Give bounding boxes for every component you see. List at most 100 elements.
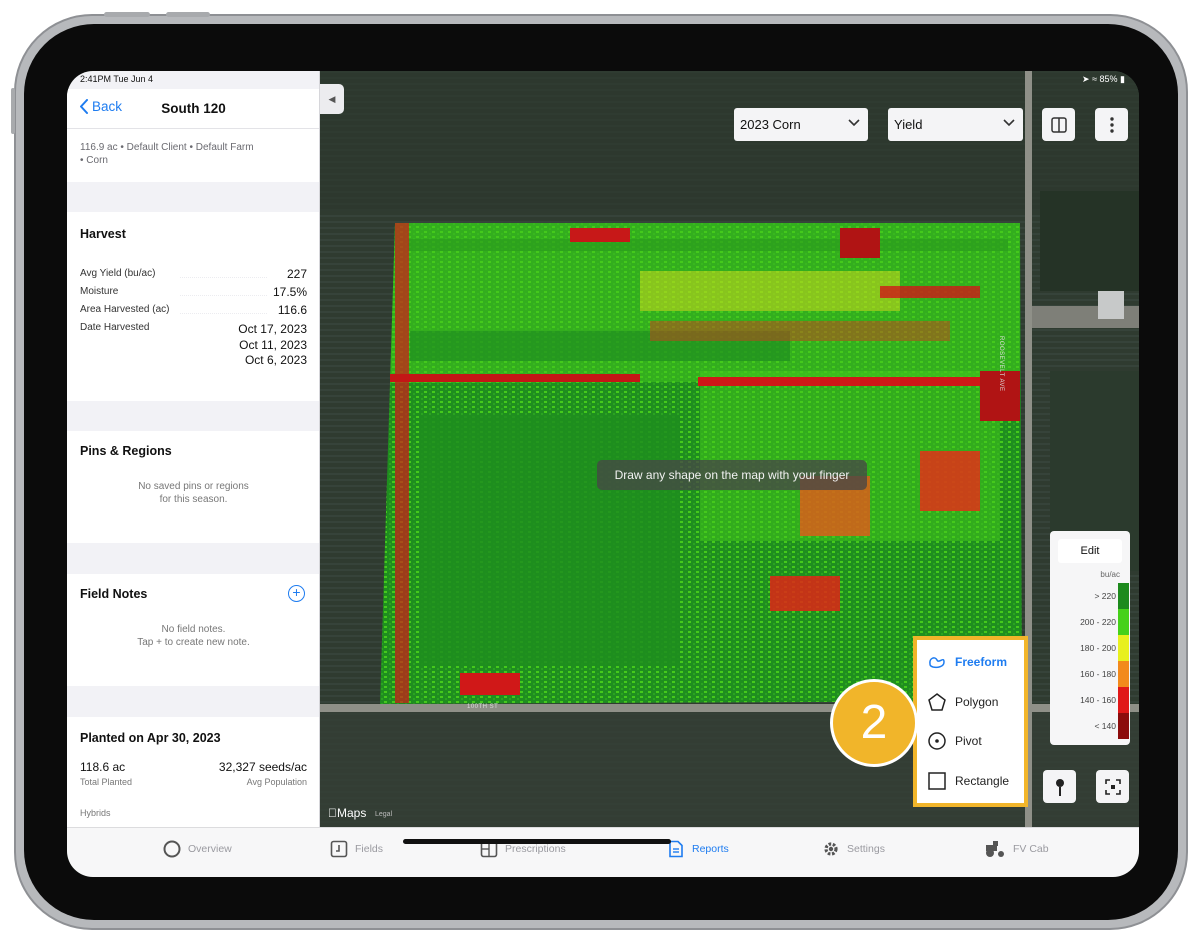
draw-tool-rectangle[interactable]: Rectangle xyxy=(927,771,1009,791)
row-leader xyxy=(180,313,267,314)
avg-population-label: Avg Population xyxy=(246,777,307,787)
chevron-down-icon xyxy=(848,119,860,127)
legend-swatch xyxy=(1118,661,1129,687)
legend-swatch xyxy=(1118,583,1129,609)
harvest-card[interactable]: Harvest Avg Yield (bu/ac) 227 Moisture 1… xyxy=(67,212,319,401)
draw-tool-label: Freeform xyxy=(955,655,1008,669)
date-harvested-label: Date Harvested xyxy=(80,322,150,333)
legend-swatch xyxy=(1118,635,1129,661)
tab-fv-cab[interactable]: FV Cab xyxy=(984,840,1049,858)
top-button-1 xyxy=(104,12,150,17)
tab-label: Overview xyxy=(188,843,232,855)
battery-percent: 85% xyxy=(1099,74,1118,84)
tractor-icon xyxy=(986,841,1004,857)
status-battery: ➤ ≈ 85% ▮ xyxy=(1082,74,1125,84)
field-title: South 120 xyxy=(161,101,226,116)
overview-icon xyxy=(163,840,181,858)
home-indicator xyxy=(403,839,671,844)
top-button-2 xyxy=(166,12,210,17)
row-leader xyxy=(180,277,267,278)
total-planted-label: Total Planted xyxy=(80,777,133,787)
rectangle-icon xyxy=(928,772,946,790)
harvest-row-avg-yield: Avg Yield (bu/ac) 227 xyxy=(80,267,307,282)
tab-overview[interactable]: Overview xyxy=(163,840,232,858)
road-label-east: ROOSEVELT AVE xyxy=(998,336,1004,392)
draw-instruction-toast: Draw any shape on the map with your fing… xyxy=(597,460,867,490)
collapse-sidebar-button[interactable]: ◀ xyxy=(320,84,344,114)
pins-empty-line: for this season. xyxy=(159,494,228,505)
draw-tool-polygon[interactable]: Polygon xyxy=(927,692,998,712)
legend-swatch xyxy=(1118,713,1129,739)
legend-swatch xyxy=(1118,609,1129,635)
split-view-button[interactable] xyxy=(1042,108,1075,141)
focus-frame-icon xyxy=(1104,778,1121,795)
draw-tool-freeform[interactable]: Freeform xyxy=(927,652,1007,672)
pivot-icon xyxy=(928,732,946,750)
notes-empty-line: Tap + to create new note. xyxy=(137,637,250,648)
notes-empty-note: No field notes. Tap + to create new note… xyxy=(67,623,319,649)
tab-label: Prescriptions xyxy=(505,843,566,855)
tab-reports[interactable]: Reports xyxy=(667,840,729,858)
field-notes-card[interactable]: Field Notes + No field notes. Tap + to c… xyxy=(67,574,319,686)
maps-legal-link[interactable]: Legal xyxy=(375,811,392,818)
road-label-south: 100TH ST xyxy=(467,704,499,710)
draw-tool-pivot[interactable]: Pivot xyxy=(927,731,982,751)
tab-bar: Overview Fields Prescriptions Reports Se… xyxy=(67,827,1139,877)
notes-empty-line: No field notes. xyxy=(161,624,226,635)
tab-fields[interactable]: Fields xyxy=(330,840,383,858)
recenter-button[interactable] xyxy=(1096,770,1129,803)
pin-icon xyxy=(1055,778,1064,796)
notes-title: Field Notes xyxy=(80,587,148,601)
legend-item-label: 160 - 180 xyxy=(1080,669,1116,679)
legend-swatch xyxy=(1118,687,1129,713)
draw-tool-menu: Freeform Polygon Pivot Rectangle xyxy=(913,636,1028,807)
legend-item-label: < 140 xyxy=(1094,721,1116,731)
ipad-screen: 2:41PM Tue Jun 4 Back South 120 116.9 ac… xyxy=(67,71,1139,877)
tab-label: Fields xyxy=(355,843,384,855)
field-sidebar: 2:41PM Tue Jun 4 Back South 120 116.9 ac… xyxy=(67,71,320,827)
avg-population-value: 32,327 seeds/ac xyxy=(218,760,307,774)
yield-map[interactable]: 100TH ST ROOSEVELT AVE ➤ ≈ 85% ▮ ◀ 2023 … xyxy=(320,71,1139,827)
tab-settings[interactable]: Settings xyxy=(822,840,885,858)
draw-tool-label: Rectangle xyxy=(955,774,1010,788)
apple-maps-logo: Maps xyxy=(328,806,366,820)
planted-card[interactable]: Planted on Apr 30, 2023 118.6 ac Total P… xyxy=(67,717,319,827)
pins-empty-line: No saved pins or regions xyxy=(138,481,249,492)
tab-label: Settings xyxy=(847,843,885,855)
legend-item-label: 200 - 220 xyxy=(1080,617,1116,627)
season-select[interactable]: 2023 Corn xyxy=(734,108,868,141)
harvest-row-moisture: Moisture 17.5% xyxy=(80,285,307,300)
legend-edit-button[interactable]: Edit xyxy=(1058,539,1122,563)
avg-yield-label: Avg Yield (bu/ac) xyxy=(80,268,156,279)
pins-regions-card[interactable]: Pins & Regions No saved pins or regions … xyxy=(67,431,319,543)
harvest-date: Oct 6, 2023 xyxy=(244,353,307,367)
hybrids-label: Hybrids xyxy=(80,808,111,818)
drop-pin-button[interactable] xyxy=(1043,770,1076,803)
layer-select[interactable]: Yield xyxy=(888,108,1023,141)
harvest-dates: Oct 17, 2023 Oct 11, 2023 Oct 6, 2023 xyxy=(238,322,307,369)
draw-tool-label: Polygon xyxy=(955,695,999,709)
tab-label: Reports xyxy=(692,843,729,855)
moisture-value: 17.5% xyxy=(272,285,307,299)
moisture-label: Moisture xyxy=(80,286,119,297)
chevron-down-icon xyxy=(1003,119,1015,127)
field-meta: 116.9 ac • Default Client • Default Farm… xyxy=(67,129,319,182)
more-vertical-icon xyxy=(1109,116,1114,133)
harvest-date: Oct 17, 2023 xyxy=(238,322,307,336)
status-time: 2:41PM Tue Jun 4 xyxy=(80,74,154,84)
legend-item-label: 140 - 160 xyxy=(1080,695,1116,705)
more-options-button[interactable] xyxy=(1095,108,1128,141)
planted-title: Planted on Apr 30, 2023 xyxy=(80,731,221,745)
field-meta-line2: • Corn xyxy=(80,155,108,166)
split-view-icon xyxy=(1050,116,1067,133)
row-leader xyxy=(180,295,267,296)
total-planted-value: 118.6 ac xyxy=(80,760,126,774)
polygon-icon xyxy=(928,693,946,711)
maps-logo-text: Maps xyxy=(328,806,366,820)
pins-title: Pins & Regions xyxy=(80,444,172,458)
sidebar-navbar: Back South 120 xyxy=(67,89,319,129)
add-note-button[interactable]: + xyxy=(288,585,305,602)
season-select-value: 2023 Corn xyxy=(740,117,801,132)
field-meta-line1: 116.9 ac • Default Client • Default Farm xyxy=(80,142,254,153)
harvest-row-area: Area Harvested (ac) 116.6 xyxy=(80,303,307,318)
